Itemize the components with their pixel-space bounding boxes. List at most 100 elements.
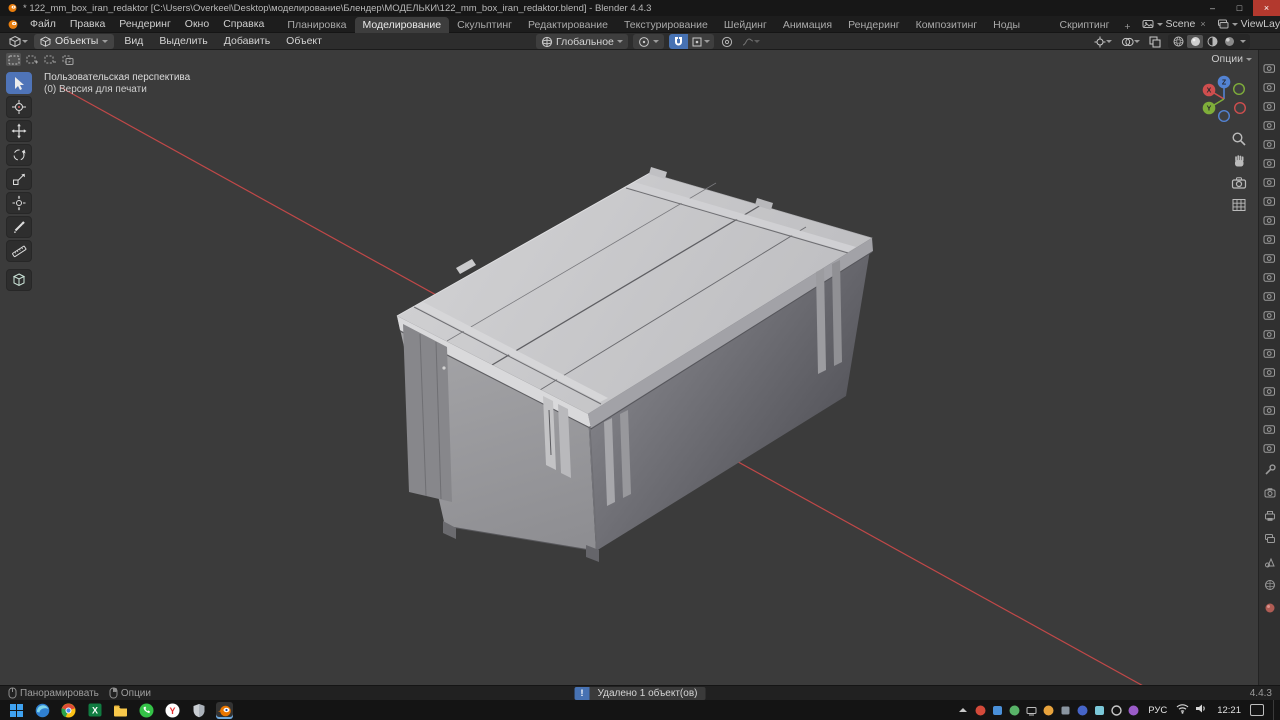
scene-selector[interactable]: Scene × — [1138, 17, 1210, 31]
tray-icon[interactable] — [1059, 704, 1071, 716]
file-explorer-icon[interactable] — [112, 702, 129, 719]
pan-hand-icon[interactable] — [1230, 152, 1248, 170]
object-row-icon[interactable] — [1263, 195, 1276, 207]
object-row-icon[interactable] — [1263, 366, 1276, 378]
tray-icon[interactable] — [1127, 704, 1139, 716]
object-row-icon[interactable] — [1263, 119, 1276, 131]
workspace-tab-geometry-nodes[interactable]: Ноды геометрии — [985, 17, 1051, 47]
material-properties-tab[interactable] — [1264, 602, 1276, 614]
yandex-browser-icon[interactable]: Y — [164, 702, 181, 719]
select-mode-set-icon[interactable] — [6, 53, 21, 66]
object-row-icon[interactable] — [1263, 347, 1276, 359]
shading-rendered-button[interactable] — [1221, 35, 1237, 48]
object-row-icon[interactable] — [1263, 385, 1276, 397]
tray-icon[interactable] — [1042, 704, 1054, 716]
workspace-tab-sculpting[interactable]: Скульптинг — [449, 17, 520, 33]
select-mode-extend-icon[interactable] — [24, 53, 39, 66]
scene-properties-tab[interactable] — [1264, 556, 1276, 568]
tool-select-box-button[interactable] — [6, 72, 32, 94]
proportional-editing-toggle[interactable] — [719, 34, 735, 49]
wifi-icon[interactable] — [1176, 703, 1189, 717]
tray-icon[interactable] — [1008, 704, 1020, 716]
tray-icon[interactable] — [1093, 704, 1105, 716]
workspace-tab-rendering[interactable]: Рендеринг — [840, 17, 907, 33]
select-mode-subtract-icon[interactable] — [42, 53, 57, 66]
tool-annotate-button[interactable] — [6, 216, 32, 238]
workspace-tab-animation[interactable]: Анимация — [775, 17, 840, 33]
camera-view-icon[interactable] — [1230, 174, 1248, 192]
notification-center-button[interactable] — [1250, 704, 1264, 716]
world-properties-tab[interactable] — [1264, 579, 1276, 591]
object-row-icon[interactable] — [1263, 252, 1276, 264]
shading-solid-button[interactable] — [1187, 35, 1203, 48]
object-row-icon[interactable] — [1263, 233, 1276, 245]
workspace-tab-scripting[interactable]: Скриптинг — [1052, 17, 1118, 33]
tray-icon[interactable] — [1025, 704, 1037, 716]
transform-orientation-dropdown[interactable]: Глобальное — [536, 34, 628, 49]
tray-icon[interactable] — [974, 704, 986, 716]
object-row-icon[interactable] — [1263, 62, 1276, 74]
object-row-icon[interactable] — [1263, 328, 1276, 340]
navigation-gizmo[interactable]: Z X Y — [1202, 74, 1248, 127]
workspace-tab-shading[interactable]: Шейдинг — [716, 17, 775, 33]
proportional-falloff-dropdown[interactable] — [740, 34, 762, 49]
workspace-tab-compositing[interactable]: Композитинг — [908, 17, 986, 33]
blender-menu-icon[interactable] — [6, 19, 19, 30]
zoom-icon[interactable] — [1230, 130, 1248, 148]
add-workspace-button[interactable]: + — [1117, 21, 1137, 33]
excel-icon[interactable]: X — [86, 702, 103, 719]
volume-icon[interactable] — [1195, 703, 1208, 717]
show-gizmo-dropdown[interactable] — [1092, 34, 1114, 49]
tool-properties-tab[interactable] — [1264, 464, 1276, 476]
tool-3d-cursor-button[interactable] — [6, 96, 32, 118]
viewlayer-selector[interactable]: ViewLayer × — [1213, 17, 1280, 31]
3d-viewport[interactable]: Опции Пользовательская перспектива (0) В… — [0, 50, 1258, 685]
workspace-tab-layout[interactable]: Планировка — [279, 17, 354, 33]
menu-add[interactable]: Добавить — [218, 35, 276, 47]
render-properties-tab[interactable] — [1264, 487, 1276, 499]
workspace-tab-texture[interactable]: Текстурирование — [616, 17, 716, 33]
output-properties-tab[interactable] — [1264, 510, 1276, 522]
object-row-icon[interactable] — [1263, 442, 1276, 454]
workspace-tab-modeling[interactable]: Моделирование — [354, 16, 450, 33]
mode-selector-dropdown[interactable]: Объекты — [34, 33, 115, 49]
menu-window[interactable]: Окно — [178, 17, 216, 32]
tray-expand-icon[interactable] — [957, 704, 969, 716]
xray-toggle[interactable] — [1147, 34, 1163, 49]
shading-wireframe-button[interactable] — [1170, 35, 1186, 48]
viewlayer-properties-tab[interactable] — [1264, 533, 1276, 545]
object-row-icon[interactable] — [1263, 271, 1276, 283]
3d-scene-ammo-crate[interactable] — [0, 50, 1258, 685]
tool-scale-button[interactable] — [6, 168, 32, 190]
menu-help[interactable]: Справка — [216, 17, 271, 32]
object-row-icon[interactable] — [1263, 290, 1276, 302]
minimize-button[interactable]: – — [1199, 0, 1226, 16]
snap-toggle[interactable] — [668, 34, 688, 49]
tray-icon[interactable] — [1110, 704, 1122, 716]
defender-shield-icon[interactable] — [190, 702, 207, 719]
report-message[interactable]: ! Удалено 1 объект(ов) — [574, 686, 706, 700]
object-row-icon[interactable] — [1263, 157, 1276, 169]
close-button[interactable]: × — [1253, 0, 1280, 16]
editor-type-button[interactable] — [6, 34, 30, 49]
snap-settings-dropdown[interactable] — [687, 34, 714, 49]
taskbar-clock[interactable]: 12:21 — [1214, 705, 1244, 716]
unlink-scene-icon[interactable]: × — [1198, 19, 1205, 29]
whatsapp-icon[interactable] — [138, 702, 155, 719]
select-mode-intersect-icon[interactable] — [60, 53, 75, 66]
edge-browser-icon[interactable] — [34, 702, 51, 719]
start-button[interactable] — [8, 702, 25, 719]
show-desktop-button[interactable] — [1273, 700, 1276, 720]
menu-select[interactable]: Выделить — [153, 35, 213, 47]
tool-move-button[interactable] — [6, 120, 32, 142]
pivot-point-dropdown[interactable] — [632, 34, 664, 49]
tray-icon[interactable] — [991, 704, 1003, 716]
tool-transform-button[interactable] — [6, 192, 32, 214]
object-row-icon[interactable] — [1263, 423, 1276, 435]
menu-view[interactable]: Вид — [118, 35, 149, 47]
object-row-icon[interactable] — [1263, 404, 1276, 416]
object-row-icon[interactable] — [1263, 176, 1276, 188]
object-row-icon[interactable] — [1263, 138, 1276, 150]
chrome-browser-icon[interactable] — [60, 702, 77, 719]
menu-file[interactable]: Файл — [23, 17, 63, 32]
